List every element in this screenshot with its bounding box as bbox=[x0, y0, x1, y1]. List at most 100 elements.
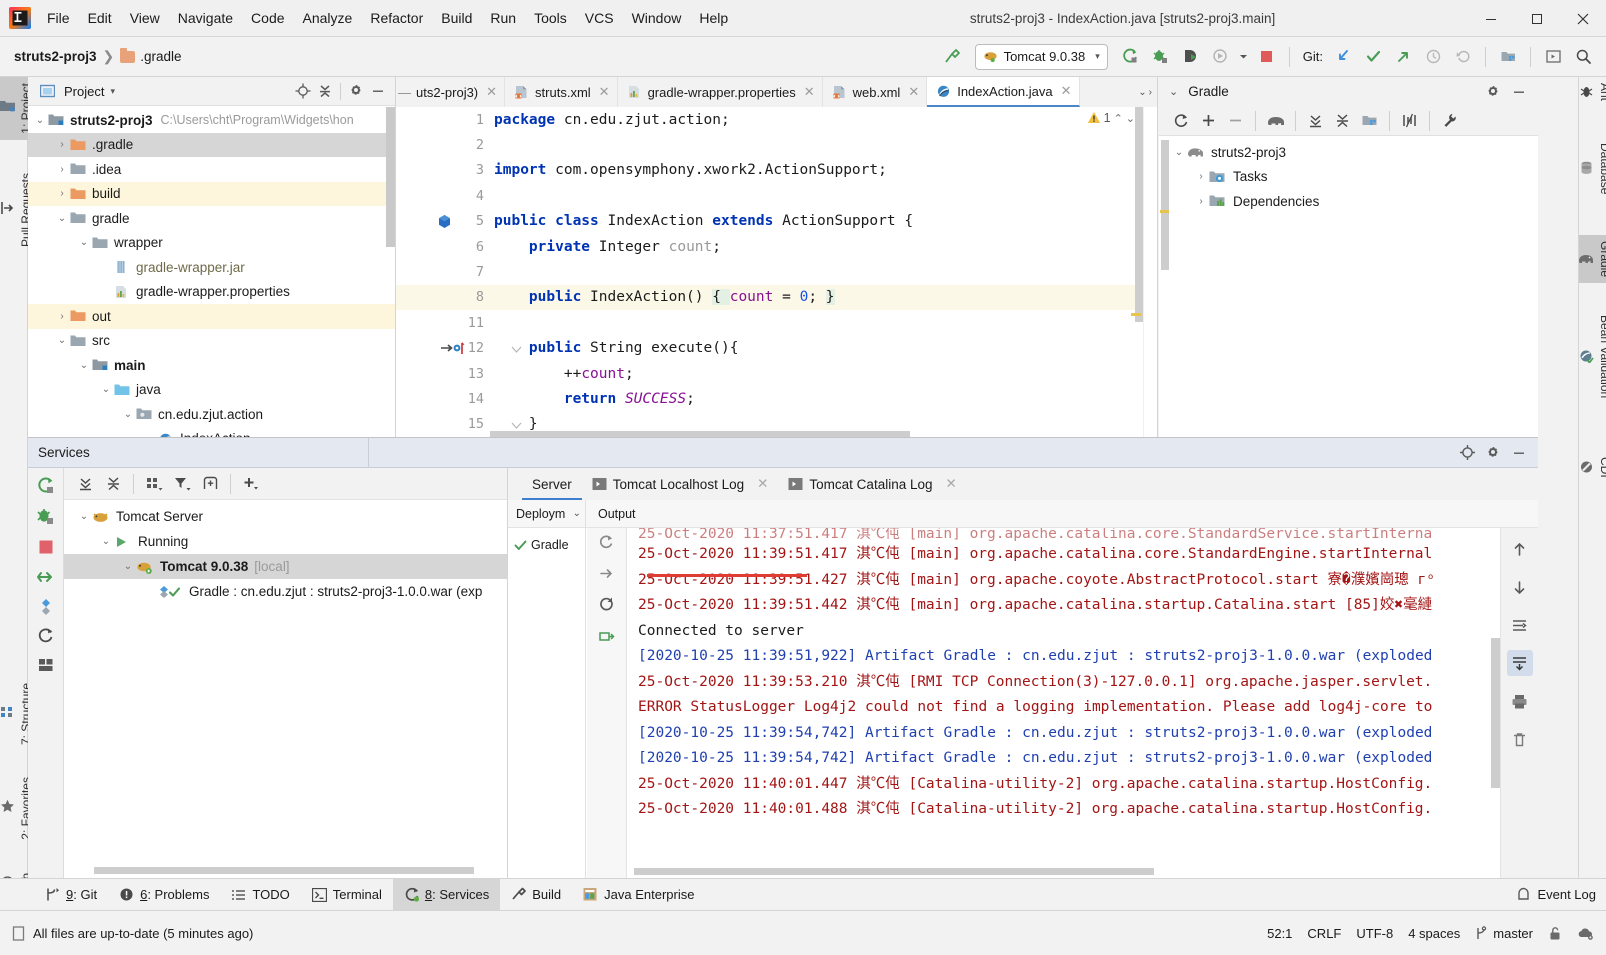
minimize-button[interactable] bbox=[1468, 0, 1514, 37]
gradle-expand-all-icon[interactable] bbox=[1303, 108, 1328, 133]
bottom-tab-services[interactable]: 8: Services bbox=[392, 878, 501, 911]
deployment-item[interactable]: Gradle bbox=[508, 534, 585, 556]
gradle-toggle-offline-icon[interactable] bbox=[1397, 108, 1422, 133]
scroll-down-icon[interactable] bbox=[1507, 574, 1533, 600]
services-tree-row[interactable]: ⌄ Tomcat 9.0.38 [local] bbox=[64, 554, 507, 579]
code-line[interactable]: return SUCCESS; bbox=[490, 386, 1157, 411]
tree-expand-arrow[interactable]: › bbox=[54, 311, 70, 322]
services-target-icon[interactable] bbox=[1454, 440, 1480, 466]
run-configuration-selector[interactable]: Tomcat 9.0.38 ▾ bbox=[974, 43, 1108, 70]
tree-expand-arrow[interactable]: ⌄ bbox=[98, 384, 114, 395]
editor-tab[interactable]: struts.xml ✕ bbox=[505, 77, 618, 107]
sidebar-item-gradle[interactable]: Gradle bbox=[1579, 235, 1606, 284]
console-vertical-scrollbar[interactable] bbox=[1491, 638, 1500, 788]
services-tree-scrollbar[interactable] bbox=[94, 867, 474, 874]
code-line[interactable]: public String execute(){ bbox=[490, 336, 1157, 361]
sidebar-item-cdi[interactable]: CDI bbox=[1579, 451, 1606, 484]
code-editor[interactable]: 1 2 3 4 5 6 7 8 11 12 13 14 15 package cn.edu.zjut.a… bbox=[396, 107, 1157, 437]
run-anything-icon[interactable] bbox=[1540, 44, 1566, 70]
gradle-settings-wrench-icon[interactable] bbox=[1437, 108, 1462, 133]
console-horizontal-scrollbar[interactable] bbox=[634, 868, 1154, 875]
event-log-button[interactable]: Event Log bbox=[1516, 887, 1606, 902]
project-tree-row[interactable]: ⌄ struts2-proj3 C:\Users\cht\Program\Widge… bbox=[28, 108, 395, 133]
refresh-icon[interactable] bbox=[37, 627, 55, 645]
tree-expand-arrow[interactable]: › bbox=[1193, 196, 1209, 207]
sidebar-item-favorites[interactable]: 2: Favorites bbox=[0, 771, 33, 846]
gradle-tree-row[interactable]: › Dependencies bbox=[1159, 189, 1538, 214]
deployment-undeploy-icon[interactable] bbox=[598, 565, 615, 582]
menu-file[interactable]: File bbox=[38, 0, 79, 36]
collapse-all-icon[interactable] bbox=[314, 80, 336, 102]
close-icon[interactable]: ✕ bbox=[908, 84, 919, 100]
print-icon[interactable] bbox=[1507, 688, 1533, 714]
bottom-tab-git[interactable]: 9: Git bbox=[34, 879, 108, 911]
layout-icon[interactable] bbox=[37, 656, 55, 674]
bottom-tab-terminal[interactable]: Terminal bbox=[301, 879, 393, 911]
log-tab[interactable]: Tomcat Localhost Log ✕ bbox=[582, 468, 779, 500]
deployment-chevron-icon[interactable]: ⌄ bbox=[573, 508, 581, 519]
services-collapse-all-icon[interactable] bbox=[100, 471, 126, 497]
close-icon[interactable]: ✕ bbox=[757, 476, 768, 492]
editor-gutter[interactable]: 1 2 3 4 5 6 7 8 11 12 13 14 15 bbox=[396, 107, 522, 437]
code-line[interactable] bbox=[490, 183, 1157, 208]
log-tab[interactable]: Server bbox=[522, 468, 582, 500]
code-line[interactable] bbox=[490, 132, 1157, 157]
caret-position[interactable]: 52:1 bbox=[1267, 926, 1292, 941]
bottom-tab-todo[interactable]: TODO bbox=[220, 879, 300, 911]
close-icon[interactable]: ✕ bbox=[946, 476, 957, 492]
close-icon[interactable]: ✕ bbox=[599, 84, 610, 100]
editor-tab[interactable]: web.xml ✕ bbox=[822, 77, 928, 107]
tree-expand-arrow[interactable]: › bbox=[54, 164, 70, 175]
tree-expand-arrow[interactable]: › bbox=[54, 188, 70, 199]
debug-button[interactable] bbox=[1148, 44, 1174, 70]
gradle-refresh-icon[interactable] bbox=[1169, 108, 1194, 133]
project-tree-row[interactable]: gradle-wrapper.jar bbox=[28, 255, 395, 280]
tree-expand-arrow[interactable]: ⌄ bbox=[54, 335, 70, 346]
gradle-tree[interactable]: ⌄ struts2-proj3 › Tasks › Dependencies bbox=[1159, 136, 1538, 214]
menu-analyze[interactable]: Analyze bbox=[294, 0, 362, 36]
gradle-hide-icon[interactable] bbox=[1506, 79, 1532, 105]
tree-expand-arrow[interactable]: ⌄ bbox=[32, 115, 48, 126]
menu-run[interactable]: Run bbox=[481, 0, 525, 36]
project-tree-row[interactable]: › out bbox=[28, 304, 395, 329]
stop-icon[interactable] bbox=[37, 538, 55, 556]
gradle-tree-row[interactable]: › Tasks bbox=[1159, 165, 1538, 190]
override-method-icon[interactable] bbox=[440, 336, 476, 361]
rerun-debug-icon[interactable] bbox=[36, 507, 56, 527]
bottom-tab-build[interactable]: Build bbox=[500, 879, 572, 911]
tree-expand-arrow[interactable]: ⌄ bbox=[120, 561, 136, 572]
project-tree-row[interactable]: › build bbox=[28, 181, 395, 206]
git-branch[interactable]: master bbox=[1475, 926, 1533, 941]
gradle-project-structure-icon[interactable] bbox=[1357, 108, 1382, 133]
services-tree[interactable]: ⌄ Tomcat Server ⌄ Running ⌄ Tomcat 9.0.38 [loc… bbox=[64, 500, 507, 604]
stop-button[interactable] bbox=[1254, 44, 1280, 70]
gradle-collapse-all-icon[interactable] bbox=[1330, 108, 1355, 133]
run-button[interactable] bbox=[1118, 44, 1144, 70]
code-line[interactable] bbox=[490, 259, 1157, 284]
project-tree[interactable]: ⌄ struts2-proj3 C:\Users\cht\Program\Widge… bbox=[28, 106, 395, 437]
sidebar-item-pull-requests[interactable]: Pull Requests bbox=[0, 167, 33, 253]
menu-edit[interactable]: Edit bbox=[79, 0, 121, 36]
project-structure-icon[interactable] bbox=[1495, 44, 1521, 70]
log-tab[interactable]: Tomcat Catalina Log ✕ bbox=[778, 468, 966, 500]
sidebar-item-database[interactable]: Database bbox=[1579, 137, 1606, 200]
tree-expand-arrow[interactable]: ⌄ bbox=[54, 213, 70, 224]
inspection-status-badge[interactable]: 1 ⌃ ⌄ bbox=[1087, 111, 1135, 125]
project-tree-row[interactable]: ⌄ cn.edu.zjut.action bbox=[28, 402, 395, 427]
services-filter-icon[interactable] bbox=[169, 471, 195, 497]
breadcrumb-project[interactable]: struts2-proj3 bbox=[14, 49, 97, 64]
code-line[interactable]: public class IndexAction extends ActionS… bbox=[490, 209, 1157, 234]
profile-dropdown-icon[interactable] bbox=[1238, 44, 1250, 70]
project-tree-row[interactable]: ⌄ src bbox=[28, 329, 395, 354]
code-line[interactable] bbox=[490, 310, 1157, 335]
editor-tab[interactable]: IndexAction.java ✕ bbox=[927, 77, 1080, 107]
close-icon[interactable]: ✕ bbox=[804, 84, 815, 100]
tree-expand-arrow[interactable]: ⌄ bbox=[76, 360, 92, 371]
services-expand-all-icon[interactable] bbox=[72, 471, 98, 497]
menu-view[interactable]: View bbox=[121, 0, 169, 36]
scroll-to-end-icon[interactable] bbox=[1506, 650, 1533, 676]
project-tree-row[interactable]: › .gradle bbox=[28, 132, 395, 157]
code-line[interactable]: public IndexAction() { count = 0; } bbox=[490, 284, 1157, 311]
profile-button[interactable] bbox=[1208, 44, 1234, 70]
menu-vcs[interactable]: VCS bbox=[576, 0, 623, 36]
